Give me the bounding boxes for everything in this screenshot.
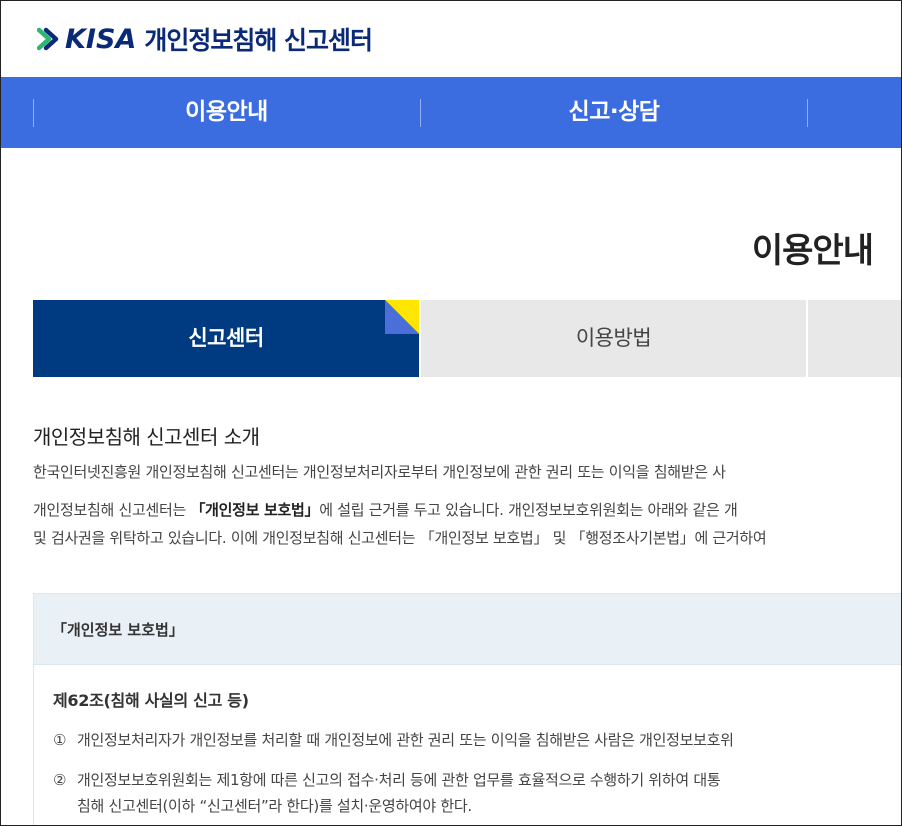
text-segment: 에 설립 근거를 두고 있습니다. 개인정보보호위원회는 아래와 같은 개 bbox=[319, 501, 738, 519]
nav-item-guide[interactable]: 이용안내 bbox=[33, 77, 420, 148]
tab-label: 이용방법 bbox=[575, 326, 652, 350]
tab-corner-decoration bbox=[385, 300, 419, 334]
nav-item-report[interactable]: 신고·상담 bbox=[421, 77, 807, 148]
text-segment: 개인정보침해 신고센터는 bbox=[33, 501, 191, 519]
site-name: 개인정보침해 신고센터 bbox=[144, 26, 373, 55]
article-title: 제62조(침해 사실의 신고 등) bbox=[53, 691, 249, 710]
tab-report-center[interactable]: 신고센터 bbox=[33, 300, 419, 377]
logo-text: KISA bbox=[65, 23, 137, 55]
tab-label: 신고센터 bbox=[188, 326, 264, 350]
site-header: KISA 개인정보침해 신고센터 bbox=[1, 1, 901, 77]
clause-number: ② bbox=[53, 771, 67, 789]
kisa-logo-icon bbox=[37, 27, 59, 51]
law-title: 「개인정보 보호법」 bbox=[52, 621, 184, 639]
law-clause-2-continued: 침해 신고센터(이하 “신고센터”라 한다)를 설치·운영하여야 한다. bbox=[77, 797, 472, 815]
page-frame: KISA 개인정보침해 신고센터 이용안내 신고·상담 이용안내 신고센터 이용… bbox=[0, 0, 902, 826]
law-clause-2: ② 개인정보보호위원회는 제1항에 따른 신고의 접수·처리 등에 관한 업무를 … bbox=[53, 769, 721, 790]
intro-paragraph-1: 한국인터넷진흥원 개인정보침해 신고센터는 개인정보처리자로부터 개인정보에 관… bbox=[33, 463, 726, 481]
tab-more[interactable] bbox=[808, 300, 901, 377]
nav-separator bbox=[807, 99, 808, 127]
clause-number: ① bbox=[53, 731, 67, 749]
page-title: 이용안내 bbox=[751, 231, 874, 271]
law-name-bold: 「개인정보 보호법」 bbox=[190, 501, 320, 519]
main-nav: 이용안내 신고·상담 bbox=[1, 77, 901, 148]
section-title: 개인정보침해 신고센터 소개 bbox=[33, 425, 260, 449]
intro-paragraph-3: 및 검사권을 위탁하고 있습니다. 이에 개인정보침해 신고센터는 「개인정보 … bbox=[33, 529, 767, 547]
law-clause-1: ① 개인정보처리자가 개인정보를 처리할 때 개인정보에 관한 권리 또는 이익을… bbox=[53, 729, 734, 750]
law-box-header: 「개인정보 보호법」 bbox=[33, 593, 901, 665]
tab-how-to-use[interactable]: 이용방법 bbox=[421, 300, 806, 377]
intro-paragraph-2: 개인정보침해 신고센터는 「개인정보 보호법」에 설립 근거를 두고 있습니다.… bbox=[33, 499, 738, 520]
clause-text: 개인정보보호위원회는 제1항에 따른 신고의 접수·처리 등에 관한 업무를 효… bbox=[77, 771, 721, 789]
clause-text: 개인정보처리자가 개인정보를 처리할 때 개인정보에 관한 권리 또는 이익을 … bbox=[77, 731, 734, 749]
site-logo[interactable]: KISA 개인정보침해 신고센터 bbox=[37, 21, 373, 57]
